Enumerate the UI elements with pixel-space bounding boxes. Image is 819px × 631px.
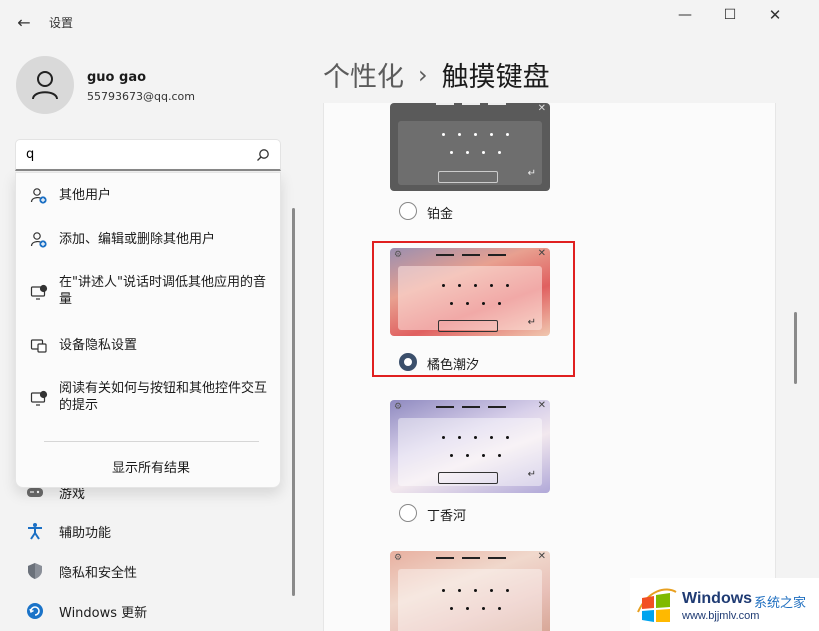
thumb-dashes — [436, 557, 506, 559]
nav-scrollbar[interactable] — [292, 208, 295, 596]
avatar[interactable] — [16, 56, 74, 114]
close-button[interactable]: ✕ — [752, 0, 798, 30]
theme-label: 铂金 — [427, 207, 454, 222]
nav-item-privacy[interactable]: 隐私和安全性 — [22, 556, 262, 586]
theme-label: 丁香河 — [427, 509, 467, 524]
account-email: 55793673@qq.com — [87, 90, 195, 103]
theme-radio-lilac-river[interactable] — [399, 504, 417, 522]
search-result-item[interactable]: 设备隐私设置 — [16, 335, 280, 359]
breadcrumb-parent[interactable]: 个性化 — [323, 55, 404, 94]
search-result-label: 其他用户 — [59, 188, 112, 203]
narrator-icon — [30, 390, 48, 406]
nav-item-windows-update[interactable]: Windows 更新 — [22, 596, 262, 626]
app-title: 设置 — [49, 16, 74, 30]
search-result-label: 添加、编辑或删除其他用户 — [59, 232, 216, 247]
breadcrumb: 个性化 › 触摸键盘 — [323, 55, 550, 94]
thumb-dashes — [436, 406, 506, 408]
search-result-label: 设备隐私设置 — [59, 338, 138, 353]
show-all-results-button[interactable]: 显示所有结果 — [16, 457, 286, 476]
search-result-item[interactable]: 在"讲述人"说话时调低其他应用的音量 — [16, 274, 280, 314]
nav-label: 辅助功能 — [59, 525, 112, 541]
search-icon[interactable] — [256, 148, 270, 162]
enter-icon: ↵ — [527, 168, 536, 179]
search-result-label: 在"讲述人"说话时调低其他应用的音量 — [59, 275, 266, 307]
thumb-dashes — [436, 103, 506, 105]
nav-label: Windows 更新 — [59, 605, 148, 621]
maximize-button[interactable]: ☐ — [707, 0, 753, 30]
person-icon — [32, 71, 58, 100]
dropdown-divider — [44, 441, 259, 442]
person-add-icon — [30, 232, 47, 248]
enter-icon: ↵ — [527, 469, 536, 480]
watermark-url: www.bjjmlv.com — [682, 610, 760, 622]
close-icon: ✕ — [537, 551, 546, 562]
account-name: guo gao — [87, 70, 147, 85]
watermark: Windows 系统之家 www.bjjmlv.com — [630, 578, 819, 631]
theme-thumbnail-lilac-river[interactable]: ⚙ ✕ ↵ — [390, 400, 550, 493]
search-box[interactable] — [15, 139, 281, 171]
device-privacy-icon — [30, 339, 47, 353]
back-button[interactable]: ← — [10, 9, 38, 35]
search-result-item[interactable]: 添加、编辑或删除其他用户 — [16, 229, 280, 253]
thumb-keyboard — [398, 569, 542, 631]
nav-label: 隐私和安全性 — [59, 565, 138, 581]
page-title: 触摸键盘 — [441, 62, 550, 93]
selection-highlight-box — [372, 241, 575, 377]
close-icon: ✕ — [537, 400, 546, 411]
narrator-icon — [30, 284, 48, 300]
search-result-label: 阅读有关如何与按钮和其他控件交互的提示 — [59, 381, 268, 413]
theme-thumbnail-platinum[interactable]: ✕ ↵ — [390, 103, 550, 191]
content-scrollbar[interactable] — [794, 312, 797, 384]
person-add-icon — [30, 188, 47, 204]
gear-icon: ⚙ — [394, 553, 403, 563]
windows-logo-icon — [637, 588, 677, 622]
search-results-dropdown: 其他用户 添加、编辑或删除其他用户 在"讲述人"说话时调低其他应用的音量 设备隐… — [15, 172, 281, 488]
theme-radio-platinum[interactable] — [399, 202, 417, 220]
thumb-keyboard: ↵ — [398, 121, 542, 185]
theme-thumbnail-peach[interactable]: ⚙ ✕ — [390, 551, 550, 631]
watermark-subtitle: 系统之家 — [754, 596, 807, 611]
chevron-right-icon: › — [418, 60, 428, 89]
close-icon: ✕ — [537, 103, 546, 114]
watermark-title: Windows — [682, 590, 753, 607]
thumb-keyboard: ↵ — [398, 418, 542, 486]
minimize-button[interactable]: — — [662, 0, 708, 30]
accessibility-icon — [28, 523, 42, 540]
gear-icon: ⚙ — [394, 402, 403, 412]
search-result-item[interactable]: 其他用户 — [16, 185, 280, 209]
search-result-item[interactable]: 阅读有关如何与按钮和其他控件交互的提示 — [16, 380, 280, 420]
nav-item-accessibility[interactable]: 辅助功能 — [22, 516, 262, 546]
update-icon — [27, 603, 43, 619]
shield-icon — [28, 563, 42, 579]
search-input[interactable] — [26, 147, 246, 162]
